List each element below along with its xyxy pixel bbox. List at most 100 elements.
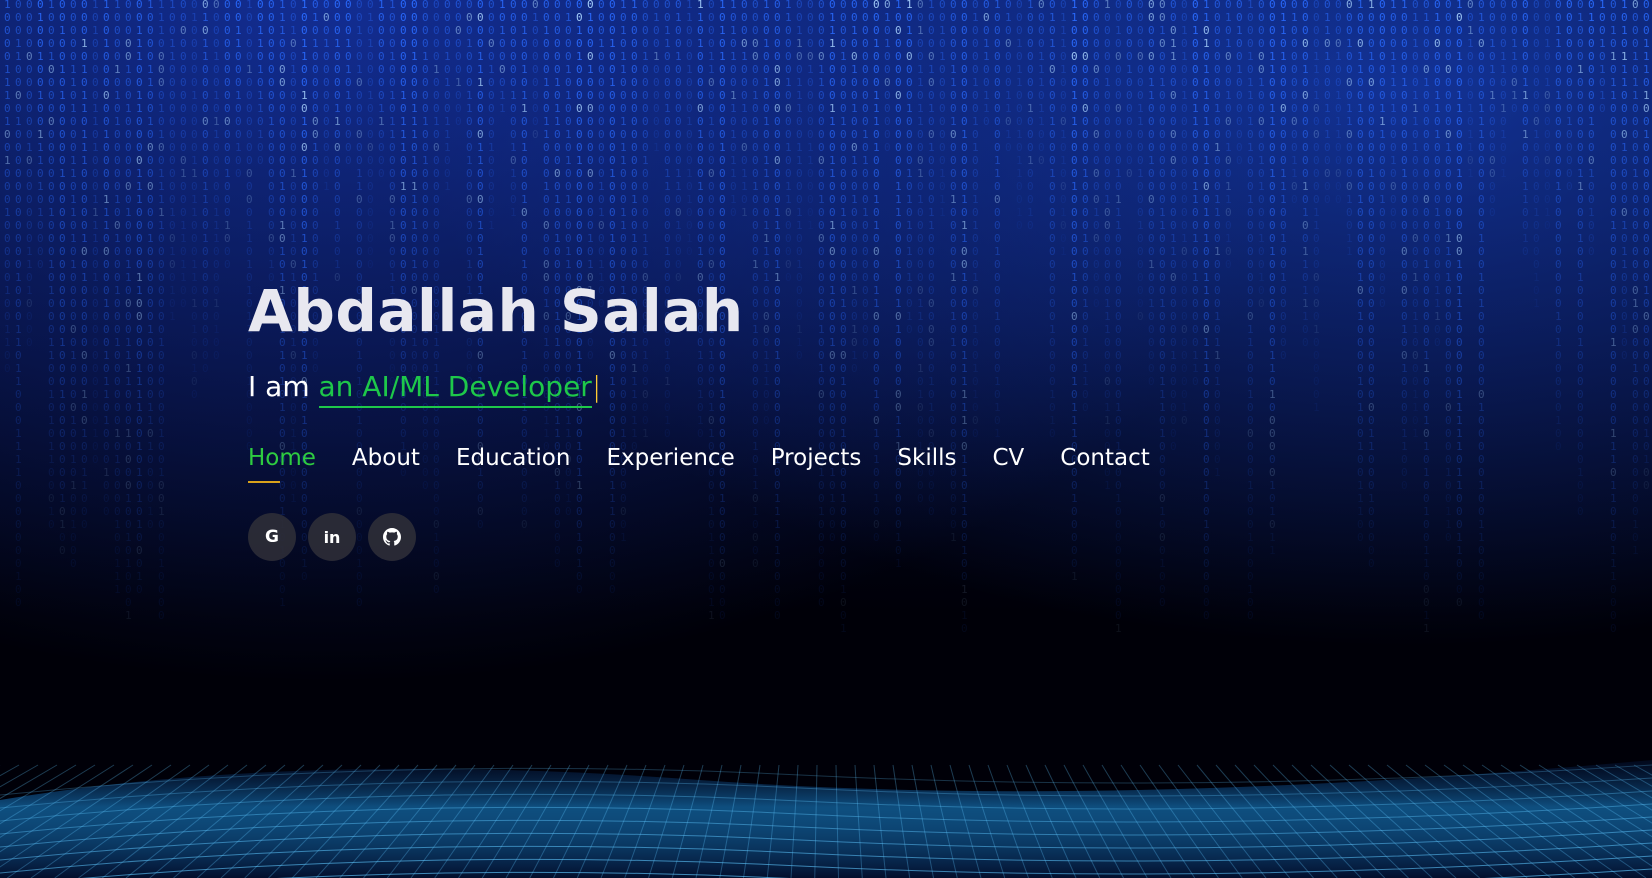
svg-text:0: 0 [466, 193, 473, 206]
svg-text:0: 0 [1533, 24, 1540, 37]
svg-text:0: 0 [70, 427, 77, 440]
svg-text:0: 0 [1643, 115, 1650, 128]
svg-text:0: 0 [1159, 180, 1166, 193]
svg-text:0: 0 [1181, 11, 1188, 24]
svg-text:0: 0 [1434, 0, 1441, 11]
svg-text:1: 1 [202, 11, 209, 24]
svg-text:0: 0 [598, 219, 605, 232]
svg-text:0: 0 [488, 76, 495, 89]
svg-text:0: 0 [1291, 24, 1298, 37]
svg-text:1: 1 [1621, 141, 1628, 154]
svg-text:0: 0 [587, 180, 594, 193]
svg-text:1: 1 [1445, 466, 1452, 479]
svg-text:0: 0 [675, 89, 682, 102]
svg-text:1: 1 [1643, 128, 1650, 141]
svg-text:1: 1 [1456, 258, 1463, 271]
svg-text:0: 0 [1599, 24, 1606, 37]
svg-text:0: 0 [554, 128, 561, 141]
svg-text:0: 0 [686, 128, 693, 141]
svg-text:0: 0 [400, 102, 407, 115]
svg-text:0: 0 [1445, 154, 1452, 167]
svg-text:1: 1 [631, 232, 638, 245]
svg-text:1: 1 [1390, 0, 1397, 11]
google-link-button[interactable]: G [248, 513, 296, 562]
svg-text:0: 0 [103, 76, 110, 89]
nav-about[interactable]: About [352, 445, 420, 483]
svg-text:1: 1 [554, 193, 561, 206]
svg-text:0: 0 [1247, 245, 1254, 258]
nav-home[interactable]: Home [248, 445, 316, 484]
svg-text:0: 0 [664, 0, 671, 11]
svg-text:0: 0 [1588, 193, 1595, 206]
nav-cv[interactable]: CV [992, 445, 1024, 483]
svg-text:1: 1 [1258, 232, 1265, 245]
svg-text:0: 0 [147, 219, 154, 232]
svg-text:0: 0 [576, 102, 583, 115]
svg-text:1: 1 [752, 89, 759, 102]
svg-text:0: 0 [884, 76, 891, 89]
svg-text:0: 0 [576, 245, 583, 258]
svg-text:0: 0 [961, 115, 968, 128]
nav-education[interactable]: Education [456, 445, 571, 483]
svg-text:0: 0 [598, 232, 605, 245]
svg-text:0: 0 [1544, 167, 1551, 180]
svg-text:0: 0 [1049, 141, 1056, 154]
svg-text:0: 0 [1005, 24, 1012, 37]
svg-text:0: 0 [1643, 310, 1650, 323]
svg-text:0: 0 [1423, 336, 1430, 349]
svg-text:0: 0 [1456, 323, 1463, 336]
svg-text:0: 0 [796, 11, 803, 24]
svg-text:0: 0 [158, 453, 165, 466]
svg-text:0: 0 [796, 50, 803, 63]
svg-text:0: 0 [1214, 154, 1221, 167]
svg-text:1: 1 [829, 37, 836, 50]
svg-text:0: 0 [1588, 89, 1595, 102]
svg-text:0: 0 [1643, 76, 1650, 89]
svg-text:1: 1 [114, 336, 121, 349]
svg-text:0: 0 [477, 37, 484, 50]
svg-text:0: 0 [994, 63, 1001, 76]
svg-text:1: 1 [1423, 609, 1430, 622]
svg-text:0: 0 [1401, 245, 1408, 258]
svg-text:0: 0 [147, 102, 154, 115]
svg-text:0: 0 [1632, 102, 1639, 115]
svg-text:1: 1 [895, 258, 902, 271]
svg-text:0: 0 [543, 89, 550, 102]
svg-text:0: 0 [114, 37, 121, 50]
svg-text:0: 0 [4, 362, 11, 375]
svg-text:0: 0 [1159, 115, 1166, 128]
svg-text:0: 0 [950, 154, 957, 167]
github-link-button[interactable] [368, 513, 416, 562]
svg-text:0: 0 [521, 0, 528, 11]
svg-text:0: 0 [807, 50, 814, 63]
svg-text:1: 1 [213, 206, 220, 219]
svg-text:0: 0 [70, 336, 77, 349]
svg-text:1: 1 [158, 219, 165, 232]
svg-text:0: 0 [312, 50, 319, 63]
svg-text:0: 0 [433, 50, 440, 63]
nav-projects[interactable]: Projects [771, 445, 862, 483]
linkedin-link-button[interactable]: in [308, 513, 356, 562]
svg-text:0: 0 [1368, 466, 1375, 479]
svg-text:0: 0 [1610, 466, 1617, 479]
svg-text:0: 0 [807, 193, 814, 206]
svg-text:1: 1 [1412, 271, 1419, 284]
svg-text:1: 1 [180, 167, 187, 180]
svg-text:0: 0 [1610, 154, 1617, 167]
svg-text:1: 1 [1456, 102, 1463, 115]
svg-text:0: 0 [928, 193, 935, 206]
svg-text:1: 1 [246, 63, 253, 76]
nav-contact[interactable]: Contact [1060, 445, 1149, 483]
svg-text:1: 1 [147, 63, 154, 76]
nav-experience[interactable]: Experience [606, 445, 734, 483]
svg-text:1: 1 [1478, 297, 1485, 310]
svg-text:0: 0 [125, 284, 132, 297]
nav-skills[interactable]: Skills [897, 445, 956, 483]
svg-text:0: 0 [70, 37, 77, 50]
svg-text:0: 0 [928, 258, 935, 271]
svg-text:1: 1 [1016, 206, 1023, 219]
svg-text:1: 1 [1610, 570, 1617, 583]
svg-text:0: 0 [1148, 50, 1155, 63]
svg-text:1: 1 [1060, 206, 1067, 219]
svg-text:0: 0 [1621, 11, 1628, 24]
